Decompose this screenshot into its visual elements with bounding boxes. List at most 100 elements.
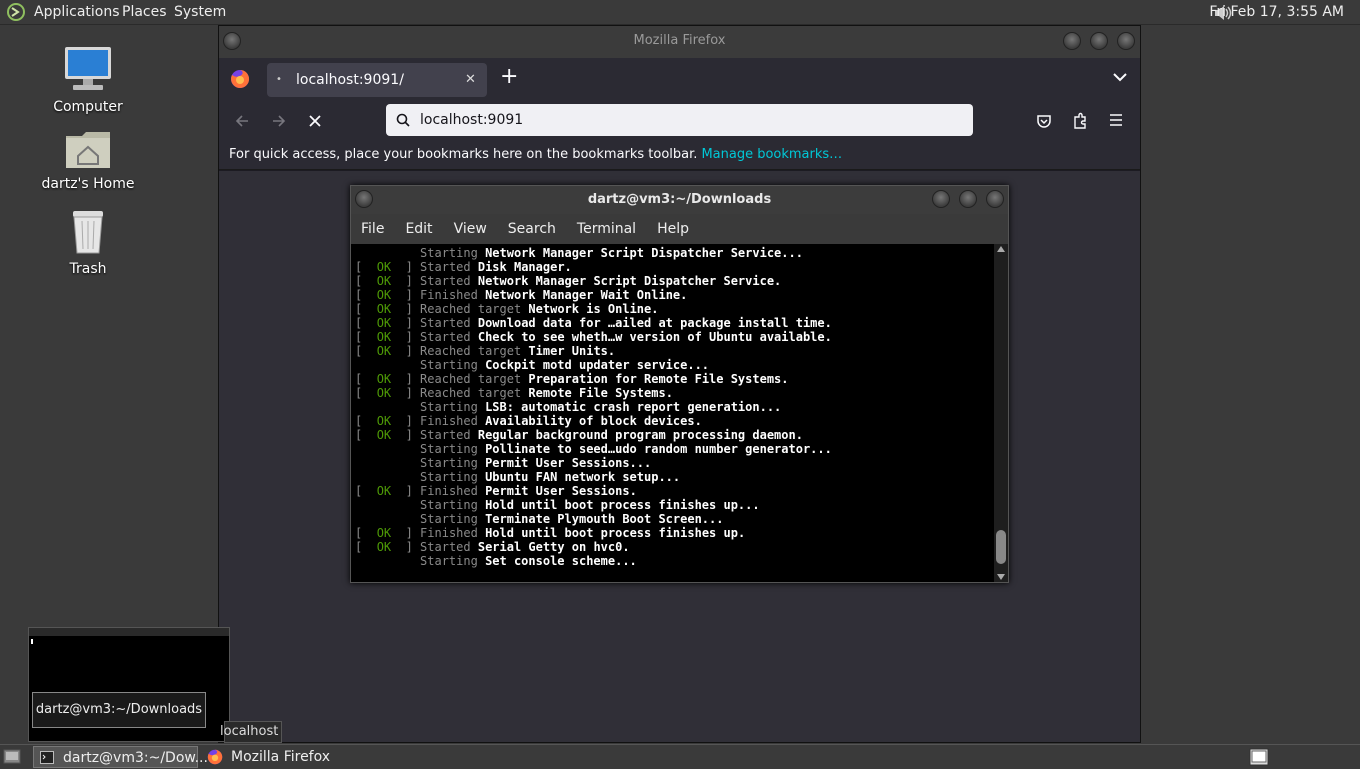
tab-loading-icon: • [276,74,282,85]
partial-localhost-label: localhost [220,721,282,743]
firefox-menu-icon[interactable] [230,69,250,89]
desktop-icon-computer[interactable]: Computer [28,45,148,115]
terminal-line: [ OK ] Started Disk Manager. [355,260,994,274]
window-menu-button[interactable] [223,32,241,50]
firefox-titlebar[interactable]: Mozilla Firefox [219,26,1140,58]
terminal-scrollbar[interactable] [994,244,1008,582]
line-verb: Reached target [420,372,529,386]
line-text: Network Manager Script Dispatcher Servic… [485,246,803,260]
minimize-button[interactable] [1063,32,1081,50]
terminal-titlebar[interactable]: dartz@vm3:~/Downloads [351,186,1008,214]
list-tabs-icon[interactable] [1113,72,1127,82]
new-tab-icon[interactable]: + [500,64,518,89]
terminal-output[interactable]: Starting Network Manager Script Dispatch… [351,244,994,582]
pocket-icon[interactable] [1036,113,1052,129]
workspace-switcher-icon[interactable] [1249,748,1269,766]
preview-cursor [31,639,33,644]
line-text: Permit User Sessions. [485,484,637,498]
scrollbar-thumb[interactable] [996,530,1006,564]
terminal-line: [ OK ] Started Regular background progra… [355,428,994,442]
menu-places[interactable]: Places [122,4,167,20]
line-verb: Starting [420,442,486,456]
desktop-icon-home[interactable]: dartz's Home [28,128,148,192]
forward-icon[interactable] [271,113,287,129]
stop-icon[interactable] [308,114,322,128]
desktop-icon-trash[interactable]: Trash [28,207,148,277]
terminal-line: Starting Ubuntu FAN network setup... [355,470,994,484]
window-menu-button[interactable] [355,190,373,208]
line-text: Pollinate to seed…udo random number gene… [485,442,832,456]
line-verb: Starting [420,400,486,414]
close-button[interactable] [986,190,1004,208]
line-verb: Started [420,274,478,288]
line-text: Hold until boot process finishes up... [485,498,760,512]
preview-tooltip: dartz@vm3:~/Downloads [32,692,206,728]
taskbar-item-firefox[interactable]: Mozilla Firefox [204,746,384,768]
maximize-button[interactable] [959,190,977,208]
tab-close-icon[interactable]: ✕ [465,63,476,97]
bookmarks-message: For quick access, place your bookmarks h… [229,147,698,162]
status-marker [355,470,420,484]
terminal-line: [ OK ] Started Download data for …ailed … [355,316,994,330]
scroll-up-icon[interactable] [997,246,1005,252]
show-desktop-icon[interactable] [3,749,21,764]
menu-help[interactable]: Help [657,221,689,237]
status-marker: [ OK ] [355,414,421,428]
hamburger-menu-icon[interactable] [1109,113,1123,127]
tab-title: localhost:9091/ [296,72,404,88]
line-verb: Reached target [420,344,529,358]
close-button[interactable] [1117,32,1135,50]
manage-bookmarks-link[interactable]: Manage bookmarks… [701,147,842,162]
taskbar-item-terminal[interactable]: dartz@vm3:~/Dow... [33,746,208,768]
menu-system[interactable]: System [174,4,226,20]
maximize-button[interactable] [1090,32,1108,50]
line-verb: Reached target [420,386,529,400]
mate-logo-icon[interactable] [6,3,26,21]
status-marker: [ OK ] [355,260,421,274]
url-text: localhost:9091 [420,112,524,128]
url-bar[interactable]: localhost:9091 [386,104,973,136]
terminal-icon [40,751,54,764]
menu-file[interactable]: File [361,221,384,237]
bookmarks-toolbar: For quick access, place your bookmarks h… [219,142,1140,170]
terminal-line: Starting Set console scheme... [355,554,994,568]
status-marker [355,512,420,526]
line-text: Permit User Sessions... [485,456,652,470]
status-marker: [ OK ] [355,386,421,400]
status-marker: [ OK ] [355,540,421,554]
terminal-line: [ OK ] Started Network Manager Script Di… [355,274,994,288]
line-verb: Starting [420,246,486,260]
line-verb: Finished [420,526,486,540]
extensions-icon[interactable] [1072,112,1088,129]
minimize-button[interactable] [932,190,950,208]
terminal-line: [ OK ] Reached target Remote File System… [355,386,994,400]
scroll-down-icon[interactable] [997,574,1005,580]
line-text: Set console scheme... [485,554,637,568]
menu-edit[interactable]: Edit [405,221,432,237]
clock[interactable]: Fri Feb 17, 3:55 AM [1209,4,1344,20]
menu-search[interactable]: Search [508,221,556,237]
line-verb: Reached target [420,302,529,316]
menu-terminal[interactable]: Terminal [577,221,636,237]
terminal-line: Starting Hold until boot process finishe… [355,498,994,512]
line-verb: Starting [420,512,486,526]
menu-view[interactable]: View [454,221,487,237]
top-panel: Applications Places System Fri Feb 17, 3… [0,0,1360,25]
menu-applications[interactable]: Applications [34,4,120,20]
line-verb: Starting [420,554,486,568]
status-marker [355,554,420,568]
terminal-line: [ OK ] Finished Availability of block de… [355,414,994,428]
status-marker [355,246,420,260]
tab-strip: • localhost:9091/ ✕ + [219,58,1140,100]
back-icon[interactable] [234,113,250,129]
window-title: Mozilla Firefox [633,33,726,48]
terminal-line: Starting Terminate Plymouth Boot Screen.… [355,512,994,526]
terminal-line: [ OK ] Finished Hold until boot process … [355,526,994,540]
line-text: Preparation for Remote File Systems. [528,372,789,386]
status-marker: [ OK ] [355,344,421,358]
desktop-label: Trash [69,261,107,277]
line-verb: Finished [420,414,486,428]
line-text: Regular background program processing da… [477,428,803,442]
tab-localhost[interactable]: • localhost:9091/ ✕ [267,63,487,97]
preview-menubar [29,628,229,636]
